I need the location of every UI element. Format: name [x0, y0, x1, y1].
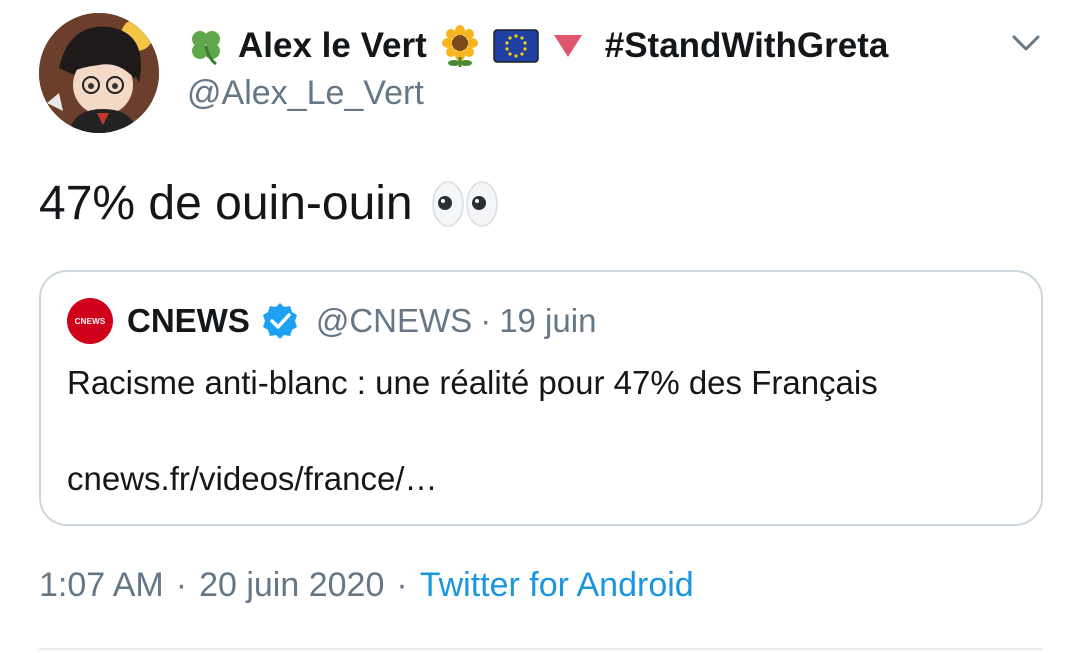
chevron-down-icon[interactable] — [1009, 30, 1043, 56]
tweet-text-row: 47% de ouin-ouin — [39, 176, 499, 231]
divider — [39, 648, 1043, 650]
author-name-row: Alex le Vert #StandWithGreta — [186, 22, 888, 70]
quoted-tweet-link[interactable]: cnews.fr/videos/france/… — [67, 460, 437, 498]
cnews-avatar[interactable]: CNEWS — [67, 298, 113, 344]
quoted-tweet-text: Racisme anti-blanc : une réalité pour 47… — [67, 364, 878, 401]
author-handle[interactable]: @Alex_Le_Vert — [187, 74, 424, 113]
eu-flag-icon — [492, 29, 539, 63]
tweet-meta: 1:07 AM · 20 juin 2020 · Twitter for And… — [39, 566, 694, 605]
author-avatar[interactable] — [39, 13, 159, 133]
tweet-time: 1:07 AM — [39, 566, 164, 604]
author-hashtag[interactable]: #StandWithGreta — [605, 26, 889, 66]
tweet-date: 20 juin 2020 — [199, 566, 385, 604]
quoted-author-name[interactable]: CNEWS — [127, 302, 250, 340]
shamrock-icon — [186, 26, 226, 66]
meta-separator: · — [175, 566, 188, 604]
sunflower-icon — [439, 25, 481, 67]
tweet-text: 47% de ouin-ouin — [39, 177, 413, 230]
verified-badge-icon — [260, 301, 300, 341]
avatar-illustration — [39, 13, 159, 133]
eyes-icon — [431, 179, 499, 229]
quoted-tweet-header: CNEWS CNEWS @CNEWS · 19 juin — [67, 298, 596, 344]
quoted-date[interactable]: 19 juin — [499, 302, 596, 340]
quoted-tweet[interactable]: CNEWS CNEWS @CNEWS · 19 juin Racisme ant… — [39, 270, 1043, 526]
cnews-avatar-label: CNEWS — [74, 316, 106, 326]
tweet: Alex le Vert #StandWithGreta @Alex_Le_Ve… — [0, 0, 1080, 653]
meta-separator: · — [396, 566, 408, 604]
author-display-name[interactable]: Alex le Vert — [238, 26, 427, 66]
tweet-source-link[interactable]: Twitter for Android — [420, 566, 694, 605]
red-triangle-icon — [551, 31, 585, 61]
quoted-author-handle[interactable]: @CNEWS — [316, 302, 472, 340]
quoted-separator: · — [480, 302, 492, 339]
